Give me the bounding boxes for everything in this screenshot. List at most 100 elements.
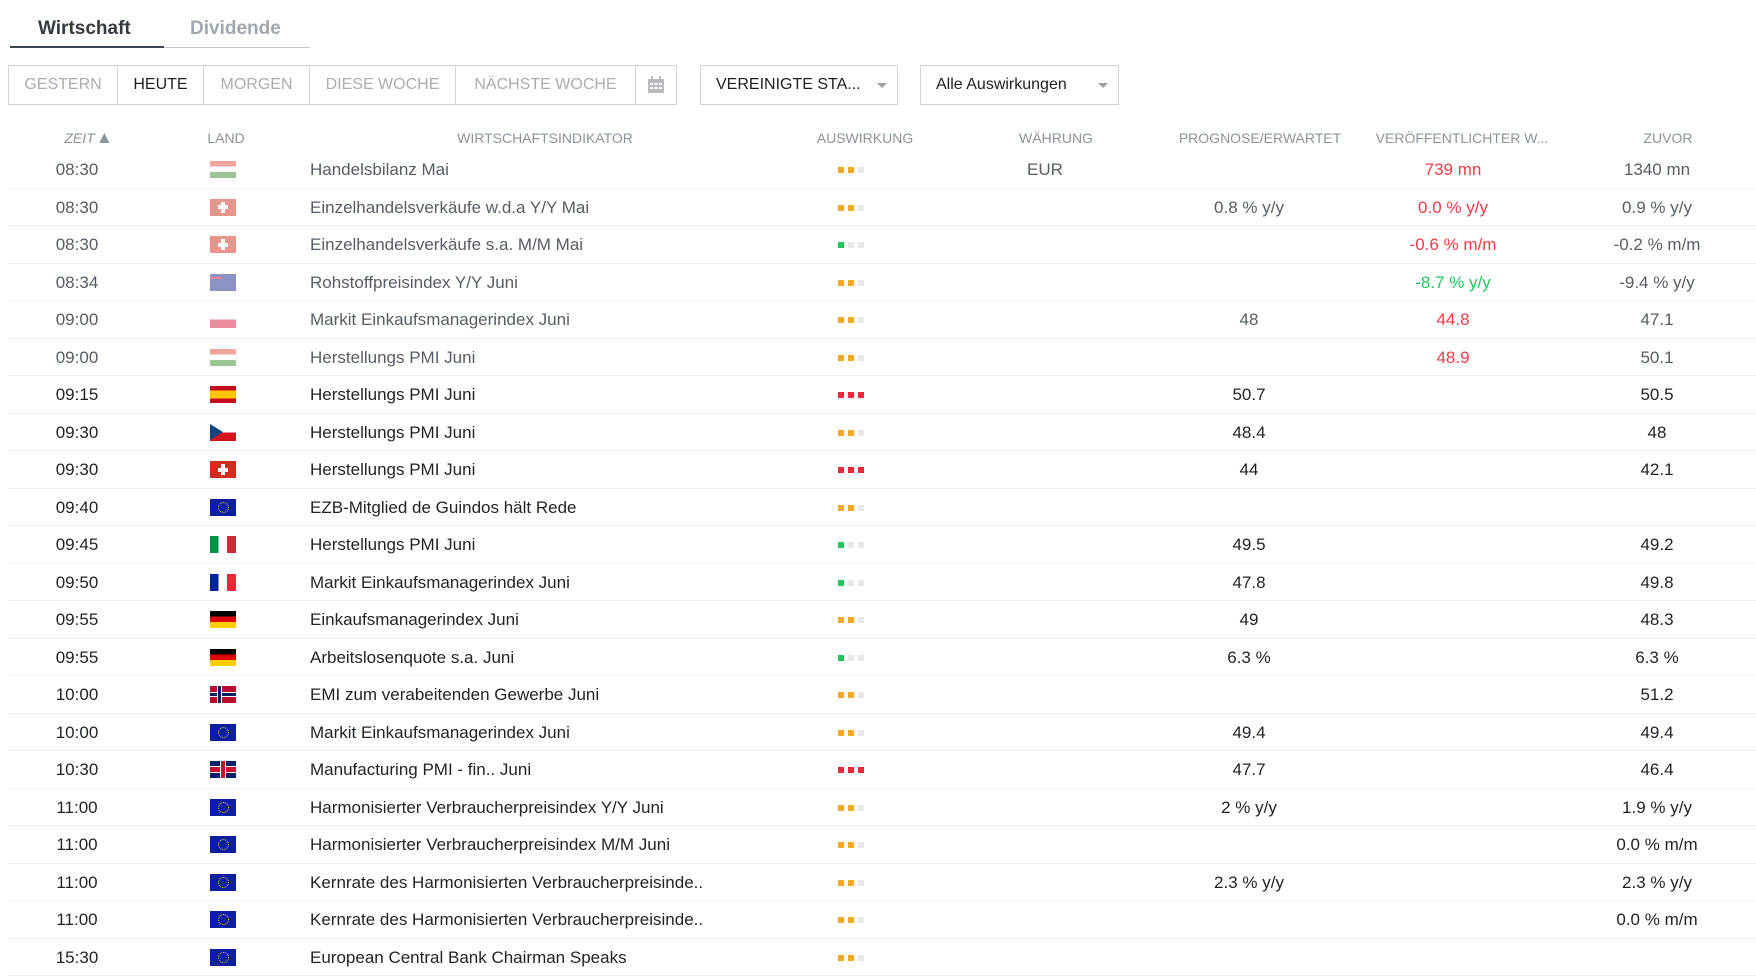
table-row[interactable]: 10:30 Manufacturing PMI - fin.. Juni 47.7 4… bbox=[8, 751, 1756, 789]
impact-dot bbox=[848, 242, 854, 248]
table-row[interactable]: 09:50 Markit Einkaufsmanagerindex Juni 47.… bbox=[8, 564, 1756, 601]
event-time: 10:00 bbox=[55, 685, 99, 704]
tab-divider bbox=[164, 47, 310, 48]
event-indicator: Einzelhandelsverkäufe s.a. M/M Mai bbox=[310, 235, 584, 254]
event-indicator: Kernrate des Harmonisierten Verbraucherp… bbox=[310, 872, 704, 892]
table-row[interactable]: 09:15 Herstellungs PMI Juni 50.7 50.5 bbox=[8, 376, 1756, 414]
flag-ch-icon bbox=[210, 461, 236, 478]
filter-morgen-button[interactable]: MORGEN bbox=[204, 66, 310, 104]
table-row[interactable]: 11:00 Harmonisierter Verbraucherpreisinde… bbox=[8, 826, 1756, 864]
event-previous: 49.8 bbox=[1640, 572, 1674, 592]
flag-eu-icon bbox=[210, 948, 236, 966]
table-row[interactable]: 09:30 Herstellungs PMI Juni 48.4 48 bbox=[8, 414, 1756, 451]
impact-dot bbox=[838, 429, 844, 436]
flag-eu-icon bbox=[210, 911, 236, 928]
event-forecast: 48.4 bbox=[1232, 422, 1266, 442]
event-forecast: 2.3 % y/y bbox=[1214, 872, 1284, 892]
table-row[interactable]: 09:55 Einkaufsmanagerindex Juni 49 48.3 bbox=[8, 601, 1756, 639]
impact-indicator bbox=[838, 617, 864, 623]
filter-naechste-woche-button[interactable]: NÄCHSTE WOCHE bbox=[456, 66, 636, 104]
impact-dot bbox=[838, 692, 844, 698]
event-indicator: European Central Bank Chairman Speaks bbox=[310, 947, 627, 967]
impact-dropdown[interactable]: Alle Auswirkungen bbox=[920, 65, 1119, 105]
impact-dot bbox=[848, 279, 854, 286]
impact-dot bbox=[838, 617, 844, 623]
table-row[interactable]: 10:00 EMI zum verabeitenden Gewerbe Juni 5… bbox=[8, 676, 1756, 714]
table-row[interactable]: 11:00 Harmonisierter Verbraucherpreisinde… bbox=[8, 789, 1756, 826]
calendar-button[interactable] bbox=[636, 66, 676, 104]
table-row[interactable]: 08:30 Handelsbilanz Mai EUR 739 mn 1340 mn bbox=[8, 151, 1756, 189]
filter-diese-woche-button[interactable]: DIESE WOCHE bbox=[310, 66, 456, 104]
event-actual: -8.7 % y/y bbox=[1415, 272, 1491, 292]
table-row[interactable]: 11:00 Kernrate des Harmonisierten Verbrau… bbox=[8, 864, 1756, 901]
event-forecast: 49.5 bbox=[1232, 535, 1266, 554]
flag-no-icon bbox=[210, 686, 236, 703]
flag-eu-icon bbox=[210, 836, 236, 853]
impact-dot bbox=[858, 617, 864, 623]
impact-dot bbox=[838, 917, 844, 923]
event-time: 15:30 bbox=[55, 947, 99, 967]
event-previous: 6.3 % bbox=[1635, 647, 1679, 667]
impact-indicator bbox=[838, 542, 864, 548]
event-forecast: 48 bbox=[1239, 310, 1259, 329]
event-indicator: Harmonisierter Verbraucherpreisindex Y/Y… bbox=[310, 797, 664, 817]
event-previous: 48 bbox=[1647, 422, 1667, 442]
event-indicator: Arbeitslosenquote s.a. Juni bbox=[310, 647, 515, 667]
impact-indicator bbox=[838, 167, 864, 173]
country-dropdown[interactable]: VEREINIGTE STA... bbox=[700, 65, 898, 105]
table-row[interactable]: 09:00 Herstellungs PMI Juni 48.9 50.1 bbox=[8, 339, 1756, 376]
impact-dot bbox=[848, 767, 854, 773]
event-indicator: Manufacturing PMI - fin.. Juni bbox=[310, 760, 532, 779]
event-previous: -9.4 % y/y bbox=[1619, 272, 1695, 292]
event-indicator: Markit Einkaufsmanagerindex Juni bbox=[310, 310, 570, 329]
table-row[interactable]: 09:00 Markit Einkaufsmanagerindex Juni 48 4… bbox=[8, 301, 1756, 339]
event-time: 08:30 bbox=[55, 197, 99, 217]
event-previous: 49.4 bbox=[1640, 722, 1674, 742]
filter-heute-button[interactable]: HEUTE bbox=[118, 66, 204, 104]
event-forecast: 47.8 bbox=[1232, 572, 1266, 592]
impact-dot bbox=[848, 804, 854, 811]
event-time: 09:30 bbox=[55, 460, 99, 479]
event-indicator: Einkaufsmanagerindex Juni bbox=[310, 610, 519, 629]
impact-indicator bbox=[838, 917, 864, 923]
table-row[interactable]: 09:45 Herstellungs PMI Juni 49.5 49.2 bbox=[8, 526, 1756, 564]
table-row[interactable]: 08:34 Rohstoffpreisindex Y/Y Juni -8.7 % y… bbox=[8, 264, 1756, 315]
tab-wirtschaft[interactable]: Wirtschaft bbox=[38, 18, 131, 40]
event-time: 09:00 bbox=[55, 347, 99, 367]
impact-dot bbox=[838, 317, 844, 323]
table-row[interactable]: 09:30 Herstellungs PMI Juni 44 42.1 bbox=[8, 451, 1756, 489]
column-header-actual: VERÖFFENTLICHTER W... bbox=[1375, 130, 1549, 146]
event-time: 10:00 bbox=[55, 722, 99, 742]
impact-dot bbox=[838, 279, 844, 286]
event-currency: EUR bbox=[1027, 160, 1063, 179]
country-dropdown-value: VEREINIGTE STA... bbox=[716, 76, 861, 93]
event-time: 09:40 bbox=[55, 497, 99, 517]
event-time: 11:00 bbox=[56, 872, 98, 892]
table-row[interactable]: 08:30 Einzelhandelsverkäufe w.d.a Y/Y Mai… bbox=[8, 189, 1756, 226]
table-row[interactable]: 08:30 Einzelhandelsverkäufe s.a. M/M Mai -… bbox=[8, 226, 1756, 264]
event-time: 11:00 bbox=[56, 910, 98, 929]
impact-indicator bbox=[838, 579, 864, 586]
event-time: 11:00 bbox=[56, 797, 98, 817]
event-previous: 42.1 bbox=[1640, 460, 1674, 479]
event-forecast: 50.7 bbox=[1232, 385, 1266, 404]
impact-dot bbox=[848, 392, 854, 398]
event-indicator: Kernrate des Harmonisierten Verbraucherp… bbox=[310, 910, 704, 929]
event-actual: 739 mn bbox=[1424, 160, 1482, 179]
event-indicator: EMI zum verabeitenden Gewerbe Juni bbox=[310, 685, 600, 704]
event-time: 11:00 bbox=[56, 835, 98, 854]
filter-gestern-button[interactable]: GESTERN bbox=[9, 66, 118, 104]
flag-eu-icon bbox=[210, 498, 236, 516]
impact-dot bbox=[858, 692, 864, 698]
impact-dot bbox=[848, 429, 854, 436]
table-row[interactable]: 09:55 Arbeitslosenquote s.a. Juni 6.3 % 6.3… bbox=[8, 639, 1756, 676]
table-row[interactable]: 10:00 Markit Einkaufsmanagerindex Juni 49.… bbox=[8, 714, 1756, 751]
table-row[interactable]: 09:40 EZB-Mitglied de Guindos hält Rede bbox=[8, 489, 1756, 526]
tab-dividende[interactable]: Dividende bbox=[190, 18, 281, 40]
column-header-time[interactable]: ZEIT bbox=[64, 130, 110, 146]
impact-indicator bbox=[838, 654, 864, 661]
table-row[interactable]: 15:30 European Central Bank Chairman Spea… bbox=[8, 939, 1756, 976]
table-row[interactable]: 11:00 Kernrate des Harmonisierten Verbrau… bbox=[8, 901, 1756, 939]
impact-dot bbox=[858, 354, 864, 361]
impact-dot bbox=[838, 504, 844, 511]
